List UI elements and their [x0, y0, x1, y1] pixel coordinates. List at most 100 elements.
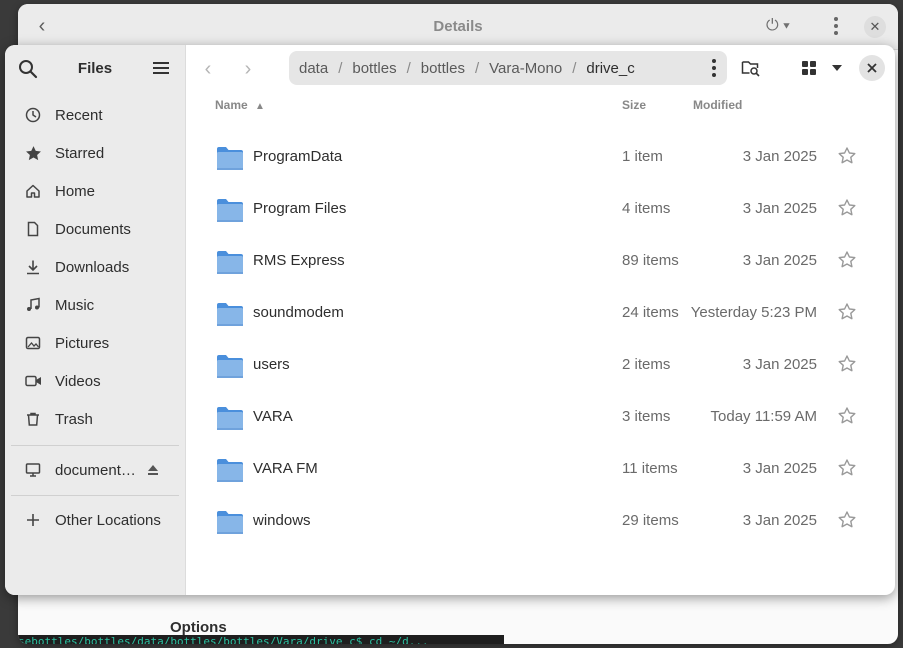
back-button[interactable]: ‹ [194, 57, 222, 81]
breadcrumb-current[interactable]: drive_c [576, 60, 644, 77]
file-row[interactable]: VARA 3 items Today 11:59 AM [210, 392, 875, 444]
drive-icon [23, 460, 43, 480]
sidebar-item-pictures[interactable]: Pictures [11, 327, 179, 359]
sidebar-item-recent[interactable]: Recent [11, 99, 179, 131]
sidebar-item-label: Downloads [55, 258, 130, 276]
options-label: Options [170, 619, 227, 636]
folder-icon [216, 353, 244, 379]
breadcrumb-item[interactable]: data [289, 60, 338, 77]
forward-button[interactable]: › [234, 57, 262, 81]
sidebar-item-trash[interactable]: Trash [11, 403, 179, 435]
folder-icon [216, 457, 244, 483]
path-bar: data / bottles / bottles / Vara-Mono / d… [289, 51, 727, 85]
file-row[interactable]: ProgramData 1 item 3 Jan 2025 [210, 132, 875, 184]
file-size: 2 items [622, 356, 671, 373]
file-name: Program Files [253, 200, 347, 217]
star-icon [23, 143, 43, 163]
file-size: 4 items [622, 200, 671, 217]
file-size: 11 items [622, 460, 678, 477]
file-size: 24 items [622, 304, 679, 321]
file-name: windows [253, 512, 311, 529]
file-modified: Today 11:59 AM [710, 408, 817, 425]
file-modified: 3 Jan 2025 [742, 148, 817, 165]
file-size: 1 item [622, 148, 663, 165]
file-row[interactable]: users 2 items 3 Jan 2025 [210, 340, 875, 392]
column-header-size[interactable]: Size [622, 98, 646, 112]
file-name: VARA [253, 408, 293, 425]
file-size: 89 items [622, 252, 679, 269]
download-icon [23, 257, 43, 277]
breadcrumb-item[interactable]: bottles [342, 60, 406, 77]
grid-icon [802, 61, 816, 75]
plus-icon [23, 510, 43, 530]
files-window: Files Recent Starred Home Documents Down… [5, 45, 895, 595]
menu-dots-icon[interactable] [830, 16, 842, 36]
trash-icon [23, 409, 43, 429]
sidebar-item-label: Videos [55, 372, 101, 390]
sidebar-item-home[interactable]: Home [11, 175, 179, 207]
sidebar: Files Recent Starred Home Documents Down… [5, 45, 186, 595]
sidebar-item-label: Starred [55, 144, 105, 162]
close-icon[interactable]: ✕ [864, 16, 886, 38]
search-folder-button[interactable] [737, 55, 765, 81]
folder-icon [216, 301, 244, 327]
path-menu-icon[interactable] [709, 58, 719, 78]
file-row[interactable]: RMS Express 89 items 3 Jan 2025 [210, 236, 875, 288]
star-icon[interactable] [837, 406, 857, 426]
breadcrumb-item[interactable]: Vara-Mono [479, 60, 572, 77]
file-modified: Yesterday 5:23 PM [690, 304, 817, 321]
sidebar-item-label: document… [55, 461, 136, 479]
file-size: 29 items [622, 512, 679, 529]
file-name: users [253, 356, 290, 373]
videos-icon [23, 371, 43, 391]
folder-icon [216, 509, 244, 535]
folder-icon [216, 145, 244, 171]
eject-icon[interactable] [145, 462, 161, 478]
star-icon[interactable] [837, 302, 857, 322]
sidebar-separator [11, 445, 179, 446]
details-headerbar: ‹ Details ⏻ ▾ ✕ [18, 4, 898, 50]
file-row[interactable]: soundmodem 24 items Yesterday 5:23 PM [210, 288, 875, 340]
sidebar-item-starred[interactable]: Starred [11, 137, 179, 169]
star-icon[interactable] [837, 458, 857, 478]
star-icon[interactable] [837, 198, 857, 218]
file-row[interactable]: windows 29 items 3 Jan 2025 [210, 496, 875, 548]
terminal-line: sebottles/bottles/data/bottles/bottles/V… [18, 635, 504, 644]
folder-search-icon [741, 61, 760, 77]
sidebar-item-label: Pictures [55, 334, 110, 352]
pictures-icon [23, 333, 43, 353]
star-icon[interactable] [837, 354, 857, 374]
column-header-label: Name [215, 98, 248, 112]
file-name: soundmodem [253, 304, 344, 321]
column-header-modified[interactable]: Modified [693, 98, 742, 112]
document-icon [23, 219, 43, 239]
power-icon[interactable]: ⏻ ▾ [766, 17, 790, 35]
file-row[interactable]: VARA FM 11 items 3 Jan 2025 [210, 444, 875, 496]
breadcrumb-item[interactable]: bottles [411, 60, 475, 77]
star-icon[interactable] [837, 510, 857, 530]
file-modified: 3 Jan 2025 [742, 460, 817, 477]
star-icon[interactable] [837, 146, 857, 166]
sidebar-item-music[interactable]: Music [11, 289, 179, 321]
hamburger-menu-icon[interactable] [152, 59, 170, 77]
column-header-name[interactable]: Name ▲ [215, 98, 265, 112]
recent-icon [23, 105, 43, 125]
close-icon [867, 63, 877, 73]
sidebar-separator [11, 495, 179, 496]
view-options-button[interactable] [823, 55, 851, 81]
sort-ascending-icon: ▲ [255, 101, 265, 112]
close-button[interactable] [859, 55, 885, 81]
file-row[interactable]: Program Files 4 items 3 Jan 2025 [210, 184, 875, 236]
grid-view-button[interactable] [795, 55, 823, 81]
folder-icon [216, 405, 244, 431]
star-icon[interactable] [837, 250, 857, 270]
file-name: VARA FM [253, 460, 318, 477]
sidebar-item-videos[interactable]: Videos [11, 365, 179, 397]
sidebar-item-label: Home [55, 182, 96, 200]
sidebar-item-downloads[interactable]: Downloads [11, 251, 179, 283]
file-modified: 3 Jan 2025 [742, 356, 817, 373]
sidebar-item-other-locations[interactable]: Other Locations [11, 504, 179, 536]
folder-icon [216, 197, 244, 223]
sidebar-item-label: Other Locations [55, 511, 161, 529]
sidebar-item-documents[interactable]: Documents [11, 213, 179, 245]
